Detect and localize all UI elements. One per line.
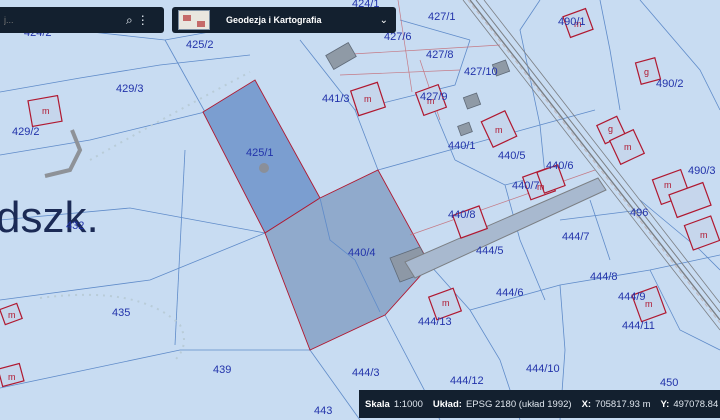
search-bar: ⌕ ⋮ xyxy=(0,7,164,33)
parcel-label: 429/2 xyxy=(12,126,40,138)
y-label: Y: xyxy=(660,398,670,410)
parcel-label: 439 xyxy=(213,364,231,376)
parcel-label: 435 xyxy=(112,307,130,319)
building-marker: m xyxy=(42,106,50,116)
parcel-label: 444/8 xyxy=(590,271,618,283)
garage-marker: g xyxy=(644,67,649,77)
parcel-label: 425/2 xyxy=(186,39,214,51)
layer-thumbnail-icon xyxy=(178,10,210,30)
building-marker: m xyxy=(442,298,450,308)
parcel-label: 441/3 xyxy=(322,93,350,105)
x-coordinate-readout: X: 705817.93 m xyxy=(582,399,651,410)
more-options-icon[interactable]: ⋮ xyxy=(137,13,149,27)
location-marker xyxy=(259,163,269,173)
y-value: 497078.84 m xyxy=(673,398,720,410)
parcel-label: 444/12 xyxy=(450,375,484,387)
parcel-label: 429/3 xyxy=(116,83,144,95)
parcel-label: 490/1 xyxy=(558,16,586,28)
parcel-label: 496 xyxy=(630,207,648,219)
x-label: X: xyxy=(581,398,592,410)
map-status-bar: Skala 1:1000 Układ: EPSG 2180 (układ 1992)… xyxy=(359,390,720,418)
crs-value: EPSG 2180 (układ 1992) xyxy=(465,398,572,410)
parcel-label: 440/8 xyxy=(448,209,476,221)
scale-value: 1:1000 xyxy=(393,398,423,410)
parcel-label: 444/10 xyxy=(526,363,560,375)
crs-readout: Układ: EPSG 2180 (układ 1992) xyxy=(433,399,572,410)
parcel-label: 427/8 xyxy=(426,49,454,61)
parcel-label: 490/3 xyxy=(688,165,716,177)
y-coordinate-readout: Y:497078.84 m xyxy=(661,399,720,410)
parcel-label: 427/9 xyxy=(420,91,448,103)
parcel-label: 440/1 xyxy=(448,140,476,152)
building-marker: m xyxy=(495,125,503,135)
building-marker: m xyxy=(8,372,16,382)
parcel-label: 444/5 xyxy=(476,245,504,257)
building-marker: m xyxy=(664,180,672,190)
building-marker: m xyxy=(624,142,632,152)
layer-name: Geodezja i Kartografia xyxy=(226,15,322,25)
parcel-label: 440/4 xyxy=(348,247,376,259)
garage-marker: g xyxy=(608,124,613,134)
scale-readout: Skala 1:1000 xyxy=(365,399,423,410)
parcel-label: 444/3 xyxy=(352,367,380,379)
scale-label: Skala xyxy=(365,398,390,410)
parcel-label: 444/7 xyxy=(562,231,590,243)
building-marker: m xyxy=(700,230,708,240)
parcel-label: 444/9 xyxy=(618,291,646,303)
parcel-label: 427/10 xyxy=(464,66,498,78)
place-name-label: dszk. xyxy=(0,193,99,242)
parcel-label: 444/11 xyxy=(622,320,655,332)
crs-label: Układ: xyxy=(432,398,462,410)
parcel-label: 440/6 xyxy=(546,160,574,172)
parcel-label: 425/1 xyxy=(246,147,274,159)
parcel-label: 427/1 xyxy=(428,11,456,23)
building-marker: m xyxy=(8,310,16,320)
parcel-label: 444/13 xyxy=(418,316,452,328)
cadastral-map[interactable]: m m m m m m m m m m m m m g g dszk. 424/… xyxy=(0,0,720,420)
parcel-label: 444/6 xyxy=(496,287,524,299)
layer-selector[interactable]: Geodezja i Kartografia ⌄ xyxy=(172,7,396,33)
building-marker: m xyxy=(364,94,372,104)
parcel-label: 440/7 xyxy=(512,180,540,192)
parcel-label: 490/2 xyxy=(656,78,684,90)
chevron-down-icon[interactable]: ⌄ xyxy=(380,15,388,26)
building-marker: m xyxy=(645,299,653,309)
parcel-label: 450 xyxy=(660,377,678,389)
search-icon[interactable]: ⌕ xyxy=(126,13,133,28)
parcel-label: 443 xyxy=(314,405,332,417)
parcel-label: 440/5 xyxy=(498,150,526,162)
x-value: 705817.93 m xyxy=(595,398,651,410)
parcel-label: 432 xyxy=(66,220,84,232)
search-input[interactable] xyxy=(4,15,122,25)
